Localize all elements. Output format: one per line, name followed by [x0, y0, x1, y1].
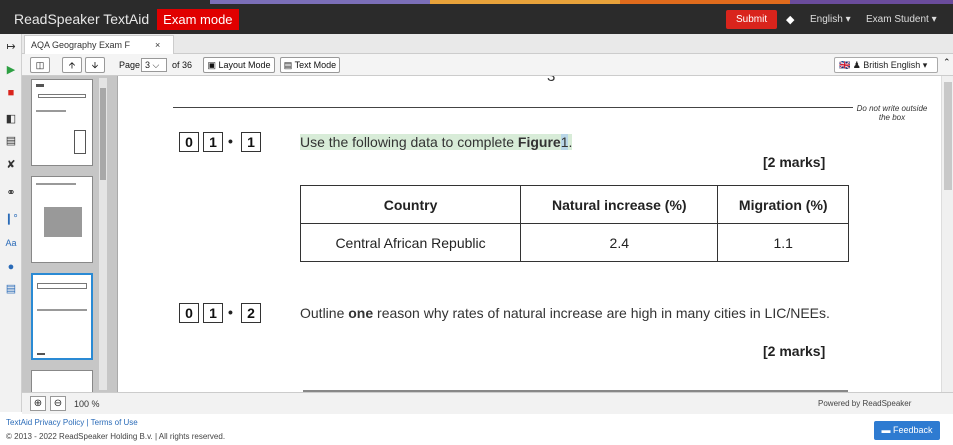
q2-digit-0: 0 [179, 303, 199, 323]
tools-icon[interactable]: ✘ [3, 158, 19, 172]
zoom-out-icon: ⊖ [53, 398, 63, 409]
table-header-row: Country Natural increase (%) Migration (… [299, 185, 849, 224]
margin-note: Do not write outside the box [856, 104, 928, 122]
zoom-in-button[interactable]: ⊕ [30, 396, 46, 411]
document-tab-row: AQA Geography Exam F × [22, 34, 953, 54]
voice-language-select[interactable]: 🇬🇧 ♟ British English ▾ [834, 57, 938, 73]
zoom-in-icon: ⊕ [33, 398, 43, 409]
powered-by: Powered by ReadSpeaker [818, 399, 912, 408]
text-mode-label: Text Mode [294, 60, 337, 70]
q2-text-bold: one [348, 305, 374, 321]
q1-text-after: . [568, 134, 573, 150]
document-toolbar: ◫ 🡩 🡫 Page 3 ⌵ of 36 ▣ Layout Mode ▤ Tex… [22, 54, 953, 76]
q1-digit-0: 0 [179, 132, 199, 152]
page-footer: TextAid Privacy Policy | Terms of Use © … [0, 414, 953, 445]
layout-mode-button[interactable]: ▣ Layout Mode [203, 57, 275, 73]
table-cell: 2.4 [520, 223, 719, 262]
q1-dot: • [228, 133, 233, 149]
top-header-bar: ReadSpeaker TextAid Exam mode Submit ◆ E… [0, 4, 953, 34]
close-tab-icon[interactable]: × [155, 36, 160, 54]
page-top-rule [173, 107, 853, 108]
bell-icon[interactable]: ◆ [786, 13, 794, 26]
text-mode-button[interactable]: ▤ Text Mode [280, 57, 340, 73]
q1-question-text[interactable]: Use the following data to complete Figur… [300, 134, 573, 151]
arrow-down-icon: 🡫 [91, 60, 99, 70]
q1-digit-2: 1 [241, 132, 261, 152]
q2-digit-2: 2 [241, 303, 261, 323]
sidebar-toggle-button[interactable]: ◫ [30, 57, 50, 73]
copyright-text: © 2013 - 2022 ReadSpeaker Holding B.v. |… [6, 432, 226, 441]
feedback-label: Feedback [892, 425, 933, 435]
table-header: Migration (%) [717, 185, 849, 224]
zoom-out-button[interactable]: ⊖ [50, 396, 66, 411]
collapse-arrow-icon[interactable]: ↦ [3, 40, 19, 54]
next-page-button[interactable]: 🡫 [85, 57, 105, 73]
layout-icon: ▣ [207, 60, 216, 70]
table-cell: 1.1 [717, 223, 849, 262]
q1-text-bold: Figure [517, 134, 561, 150]
data-table: Country Natural increase (%) Migration (… [299, 185, 849, 262]
zoom-level: 100 % [74, 399, 100, 409]
q2-dot: • [228, 304, 233, 320]
play-icon[interactable]: ▶ [3, 63, 19, 77]
textaid-app: ReadSpeaker TextAid Exam mode Submit ◆ E… [0, 0, 953, 445]
table-row: Central African Republic 2.4 1.1 [299, 223, 849, 262]
page-label: Page [119, 60, 141, 70]
document-scrollbar[interactable] [941, 76, 953, 392]
document-viewer: 3 Do not write outside the box 0 1 • 1 U… [119, 76, 941, 392]
chat-icon: ▬ [881, 425, 891, 435]
thumbnail-scrollbar[interactable] [99, 78, 107, 390]
layout-mode-label: Layout Mode [218, 60, 271, 70]
exam-mode-badge: Exam mode [157, 8, 239, 30]
q2-digit-1: 1 [203, 303, 223, 323]
user-menu[interactable]: Exam Student ▾ [866, 14, 937, 25]
q2-text-after: reason why rates of natural increase are… [373, 305, 830, 321]
feedback-button[interactable]: ▬ Feedback [874, 421, 940, 440]
table-header: Country [299, 185, 522, 224]
page-settings-icon[interactable]: ▤ [3, 282, 19, 296]
print-icon[interactable]: ▤ [3, 134, 19, 148]
table-header: Natural increase (%) [520, 185, 719, 224]
q1-text-before: Use the following data to complete [300, 134, 518, 150]
q1-marks: [2 marks] [763, 154, 826, 170]
arrow-up-icon: 🡩 [68, 60, 76, 70]
previous-page-button[interactable]: 🡩 [62, 57, 82, 73]
page-thumbnails-panel [22, 76, 118, 445]
stop-icon[interactable]: ■ [3, 86, 19, 100]
panel-icon: ◫ [35, 60, 45, 70]
submit-button[interactable]: Submit [726, 10, 778, 29]
language-dropdown[interactable]: English ▾ [810, 14, 851, 25]
reading-settings-icon[interactable]: ● [3, 260, 19, 274]
translate-icon[interactable]: ⚭ [3, 186, 19, 200]
q2-text-before: Outline [300, 305, 349, 321]
q2-marks: [2 marks] [763, 343, 826, 359]
font-settings-icon[interactable]: Aa [3, 236, 19, 250]
q2-question-text[interactable]: Outline one reason why rates of natural … [300, 305, 830, 322]
thumbnail-page-1[interactable] [31, 79, 93, 166]
page-number: 3 [547, 76, 556, 85]
document-tab[interactable]: AQA Geography Exam F × [24, 35, 174, 54]
exam-page: 3 Do not write outside the box 0 1 • 1 U… [173, 76, 941, 392]
document-tab-label: AQA Geography Exam F [31, 40, 131, 50]
q1-digit-1: 1 [203, 132, 223, 152]
highlight-settings-icon[interactable]: ❙° [3, 212, 19, 226]
zoom-bar: ⊕ ⊖ 100 % Powered by ReadSpeaker [22, 392, 953, 414]
collapse-toolbar-icon[interactable]: ⌃ [943, 57, 951, 68]
page-count: of 36 [172, 60, 193, 70]
left-tool-sidebar: ↦ ▶ ■ ◧ ▤ ✘ ⚭ ❙° Aa ● ▤ [0, 34, 22, 412]
page-select[interactable]: 3 ⌵ [141, 58, 167, 72]
text-icon: ▤ [283, 60, 293, 70]
app-title: ReadSpeaker TextAid [14, 11, 150, 27]
footer-links[interactable]: TextAid Privacy Policy | Terms of Use [6, 418, 138, 427]
thumbnail-page-3[interactable] [31, 273, 93, 360]
open-folder-icon[interactable]: ◧ [3, 112, 19, 126]
thumbnail-page-2[interactable] [31, 176, 93, 263]
table-cell: Central African Republic [299, 223, 522, 262]
